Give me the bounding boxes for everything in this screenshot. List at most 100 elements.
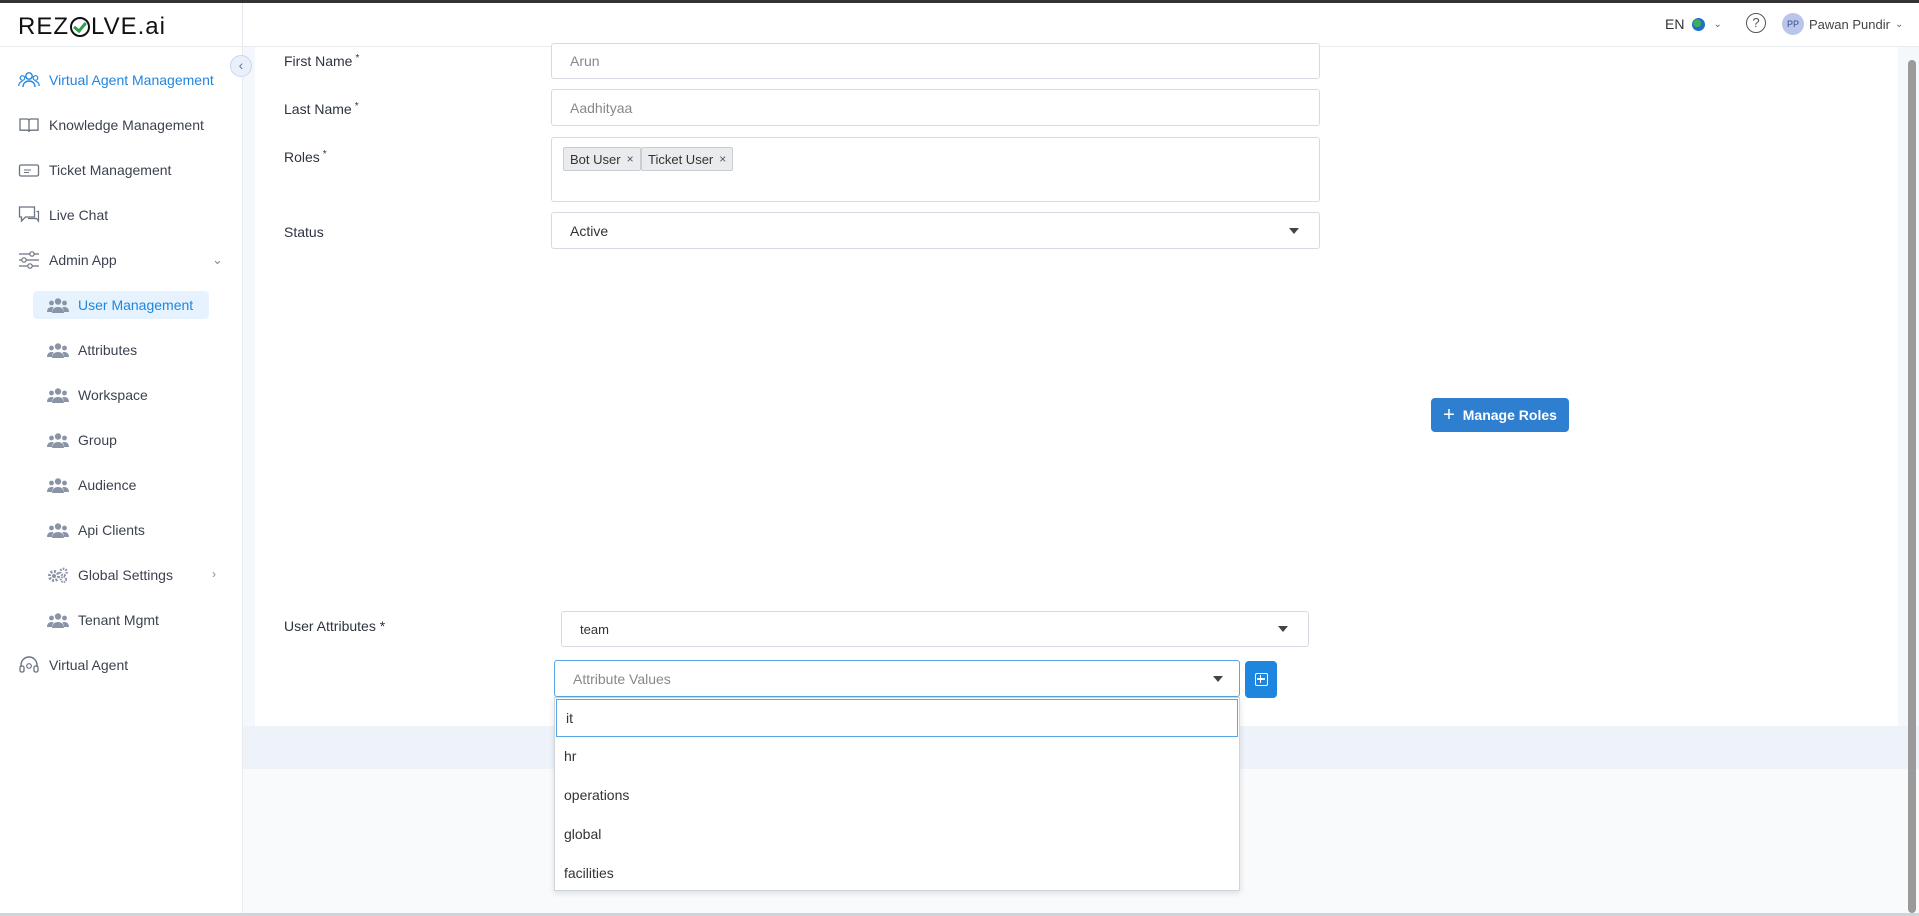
sidebar-item-label: User Management [78,297,194,313]
last-name-field[interactable]: Aadhityaa [551,89,1320,126]
sidebar-item-knowledge-management[interactable]: Knowledge Management [18,111,204,139]
people-icon [47,388,69,403]
people-icon [47,343,69,358]
add-attribute-button[interactable] [1245,661,1277,698]
sidebar-item-attributes[interactable]: Attributes [33,336,153,364]
attribute-values-select[interactable]: Attribute Values [554,660,1240,697]
ticket-icon [18,161,40,179]
sidebar-item-group[interactable]: Group [33,426,133,454]
chat-icon [18,206,40,224]
roles-multiselect[interactable]: Bot User × Ticket User × [551,137,1320,202]
book-icon [18,116,40,134]
sliders-icon [18,251,40,269]
rezolve-logo[interactable]: REZ LVE.ai [18,13,166,41]
plus-square-icon [1254,673,1268,686]
sidebar-item-label: Virtual Agent Management [49,72,214,88]
required-mark: * [322,149,327,160]
people-icon [47,433,69,448]
chevron-right-icon[interactable]: › [212,567,216,581]
header-divider [242,3,243,47]
headset-icon [18,656,40,674]
dropdown-option[interactable]: operations [564,787,629,803]
chevron-down-icon: ⌄ [1713,18,1722,30]
logo-check-icon [70,17,90,37]
status-value: Active [570,222,609,239]
last-name-label-text: Last Name [284,101,352,117]
remove-chip-icon[interactable]: × [719,152,726,166]
gears-icon [48,567,68,583]
dropdown-option[interactable]: hr [564,748,576,764]
attribute-values-placeholder: Attribute Values [573,670,671,687]
page-scrollbar[interactable] [1908,60,1916,913]
language-code: EN [1665,16,1685,32]
sidebar: Virtual Agent Management Knowledge Manag… [0,47,243,913]
attribute-values-dropdown: it hr operations global facilities [554,697,1240,891]
first-name-value: Arun [570,53,600,69]
role-chip-label: Ticket User [648,151,714,167]
dropdown-search-value: it [566,710,573,726]
roles-label-text: Roles [284,149,320,165]
role-chip: Ticket User × [641,147,734,171]
language-selector[interactable]: EN ⌄ [1665,16,1722,32]
caret-down-icon [1289,227,1299,234]
sidebar-item-label: Tenant Mgmt [78,612,159,628]
chevron-down-icon[interactable]: ⌄ [212,252,223,268]
people-icon [47,523,69,538]
caret-down-icon [1278,626,1288,632]
sidebar-item-virtual-agent-management[interactable]: Virtual Agent Management [18,66,214,94]
sidebar-item-global-settings[interactable]: Global Settings [33,561,189,589]
user-attributes-label: User Attributes * [284,618,385,634]
people-icon [47,298,69,313]
first-name-label-text: First Name [284,53,353,69]
dropdown-option[interactable]: global [564,826,601,842]
manage-roles-button[interactable]: + Manage Roles [1431,398,1569,432]
chevron-down-icon: ⌄ [1894,18,1904,30]
collapse-sidebar-button[interactable]: ‹ [230,55,252,77]
sidebar-item-workspace[interactable]: Workspace [33,381,164,409]
people-outline-icon [18,71,40,89]
plus-icon: + [1443,404,1455,426]
last-name-value: Aadhityaa [570,99,633,116]
sidebar-item-admin-app[interactable]: Admin App [18,246,117,274]
first-name-field[interactable]: Arun [551,43,1320,79]
roles-label: Roles * [284,149,327,165]
status-label-text: Status [284,224,324,240]
sidebar-item-user-management[interactable]: User Management [33,291,210,319]
user-name: Pawan Pundir [1809,16,1890,32]
sidebar-item-label: Global Settings [78,567,173,583]
user-menu[interactable]: PP Pawan Pundir ⌄ [1782,13,1903,35]
dropdown-search-input[interactable]: it [556,699,1238,737]
sidebar-item-label: Attributes [78,342,138,358]
attribute-key-value: team [580,621,609,637]
sidebar-item-label: Virtual Agent [49,657,129,673]
sidebar-item-api-clients[interactable]: Api Clients [33,516,161,544]
sidebar-item-virtual-agent[interactable]: Virtual Agent [18,651,128,679]
role-chip-label: Bot User [570,151,621,167]
people-icon [47,613,69,628]
help-icon[interactable]: ? [1746,13,1766,33]
sidebar-item-label: Knowledge Management [49,117,204,133]
role-chip: Bot User × [563,147,641,171]
sidebar-item-label: Admin App [49,252,117,268]
sidebar-item-label: Group [78,432,117,448]
logo-text-start: REZ [18,13,69,40]
globe-icon [1692,17,1706,31]
status-select[interactable]: Active [551,212,1320,249]
sidebar-item-live-chat[interactable]: Live Chat [18,201,108,229]
sidebar-item-audience[interactable]: Audience [33,471,152,499]
people-icon [47,478,69,493]
required-mark: * [354,101,359,112]
user-attributes-label-text: User Attributes * [284,618,386,634]
sidebar-item-tenant-mgmt[interactable]: Tenant Mgmt [33,606,175,634]
sidebar-item-ticket-management[interactable]: Ticket Management [18,156,171,184]
manage-roles-label: Manage Roles [1462,407,1557,423]
attribute-key-select[interactable]: team [561,611,1309,647]
sidebar-item-label: Workspace [78,387,148,403]
required-mark: * [355,53,360,64]
caret-down-icon [1213,675,1223,682]
remove-chip-icon[interactable]: × [627,152,634,166]
last-name-label: Last Name * [284,101,359,117]
avatar: PP [1782,13,1804,35]
logo-text-end: LVE.ai [91,13,166,40]
dropdown-option[interactable]: facilities [564,865,614,881]
